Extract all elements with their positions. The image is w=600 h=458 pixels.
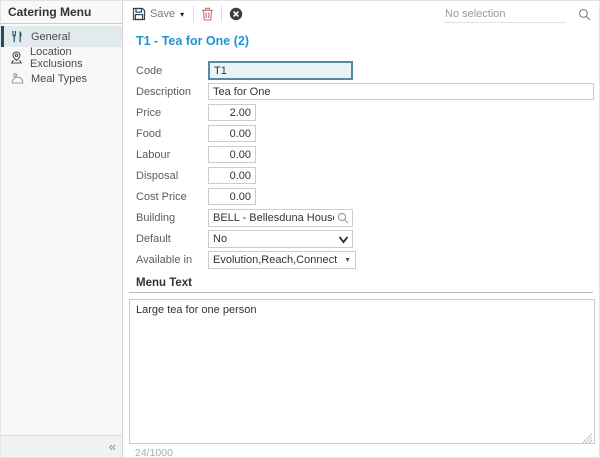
sidebar-item-label: General (31, 31, 70, 43)
building-value: BELL - Bellesduna House (213, 212, 334, 224)
menu-text-section: Menu Text Large tea for one person 24/10… (129, 277, 593, 457)
location-pin-icon (8, 51, 25, 64)
sidebar-item-label: Location Exclusions (30, 46, 122, 70)
sidebar-item-location-exclusions[interactable]: Location Exclusions (1, 47, 122, 68)
sidebar-item-meal-types[interactable]: Meal Types (1, 68, 122, 89)
available-in-value: Evolution,Reach,Connect,Conn (213, 254, 337, 266)
description-label: Description (136, 86, 208, 98)
default-select[interactable]: No (208, 230, 353, 248)
code-label: Code (136, 65, 208, 77)
form-row-building: Building BELL - Bellesduna House (136, 209, 599, 226)
save-button[interactable]: Save ▾ (132, 7, 186, 21)
selection-search-box (444, 6, 591, 23)
record-title: T1 - Tea for One (2) (136, 34, 599, 48)
disposal-input[interactable] (208, 167, 256, 184)
cloche-icon (8, 72, 26, 85)
delete-button[interactable] (201, 7, 214, 21)
description-input[interactable] (208, 83, 594, 100)
sidebar: Catering Menu General (1, 1, 123, 457)
selection-search-input[interactable] (444, 6, 566, 23)
toolbar-separator (193, 6, 194, 22)
food-label: Food (136, 128, 208, 140)
default-value: No (213, 233, 334, 245)
price-input[interactable] (208, 104, 256, 121)
labour-input[interactable] (208, 146, 256, 163)
default-label: Default (136, 233, 208, 245)
cancel-icon (229, 7, 243, 21)
search-icon[interactable] (337, 212, 349, 224)
sidebar-item-label: Meal Types (31, 73, 87, 85)
dropdown-arrow-icon: ▼ (344, 257, 351, 264)
record-form: Code Description Price Food Labour Dispo (136, 62, 599, 272)
available-in-multiselect[interactable]: Evolution,Reach,Connect,Conn ▼ (208, 251, 356, 269)
form-row-labour: Labour (136, 146, 599, 163)
form-row-food: Food (136, 125, 599, 142)
resize-handle[interactable] (582, 433, 592, 443)
utensils-icon (8, 30, 26, 43)
form-row-disposal: Disposal (136, 167, 599, 184)
sidebar-item-general[interactable]: General (1, 26, 122, 47)
building-lookup-field[interactable]: BELL - Bellesduna House (208, 209, 353, 227)
toolbar: Save ▾ (123, 1, 599, 27)
sidebar-footer: « (1, 435, 122, 457)
form-row-default: Default No (136, 230, 599, 247)
cancel-button[interactable] (229, 7, 243, 21)
food-input[interactable] (208, 125, 256, 142)
save-dropdown-caret-icon[interactable]: ▾ (180, 10, 184, 19)
character-counter: 24/1000 (135, 447, 593, 457)
collapse-sidebar-button[interactable]: « (109, 440, 116, 453)
price-label: Price (136, 107, 208, 119)
save-icon (132, 7, 146, 21)
menu-textarea-wrap: Large tea for one person (129, 299, 593, 444)
menu-text-header: Menu Text (129, 277, 593, 293)
main-panel: Save ▾ (123, 1, 599, 457)
sidebar-items: General Location Exclusions (1, 24, 122, 89)
toolbar-separator (221, 6, 222, 22)
chevron-down-icon (338, 235, 349, 244)
app-window: Catering Menu General (0, 0, 600, 458)
search-icon[interactable] (578, 8, 591, 21)
form-row-code: Code (136, 62, 599, 79)
delete-icon (201, 7, 214, 21)
cost-price-label: Cost Price (136, 191, 208, 203)
save-button-label: Save (150, 8, 175, 20)
menu-text-input[interactable]: Large tea for one person (129, 299, 595, 444)
cost-price-input[interactable] (208, 188, 256, 205)
code-input[interactable] (208, 61, 353, 80)
disposal-label: Disposal (136, 170, 208, 182)
building-label: Building (136, 212, 208, 224)
form-row-cost-price: Cost Price (136, 188, 599, 205)
form-row-price: Price (136, 104, 599, 121)
sidebar-title: Catering Menu (1, 1, 122, 24)
labour-label: Labour (136, 149, 208, 161)
form-row-available-in: Available in Evolution,Reach,Connect,Con… (136, 251, 599, 268)
available-in-label: Available in (136, 254, 208, 266)
form-row-description: Description (136, 83, 599, 100)
